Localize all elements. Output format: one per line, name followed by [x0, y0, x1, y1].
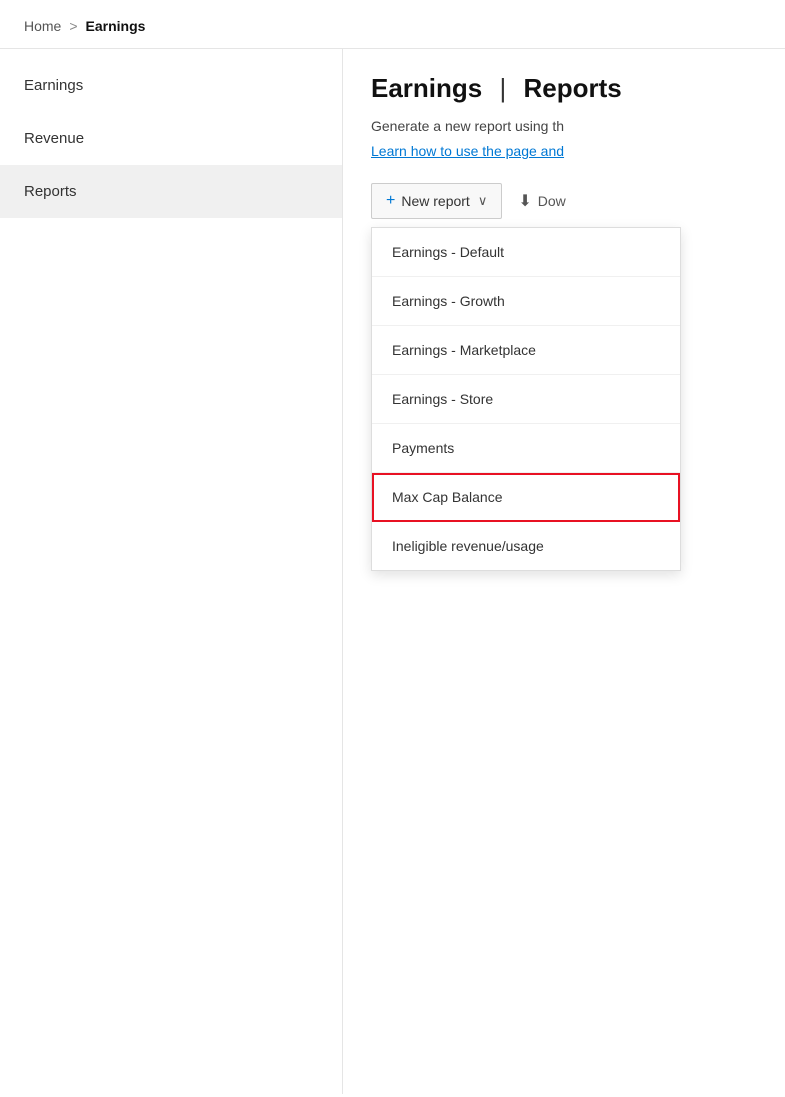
- sidebar: Earnings Revenue Reports: [0, 49, 343, 1094]
- dropdown-item-earnings-store[interactable]: Earnings - Store: [372, 375, 680, 424]
- dropdown-item-max-cap-balance[interactable]: Max Cap Balance: [372, 473, 680, 522]
- breadcrumb-separator: >: [69, 18, 77, 34]
- main-layout: Earnings Revenue Reports Earnings | Repo…: [0, 49, 785, 1094]
- main-content: Earnings | Reports Generate a new report…: [343, 49, 785, 1094]
- download-icon: ⬇: [518, 191, 531, 211]
- page-description: Generate a new report using th: [371, 116, 757, 137]
- page-title-part1: Earnings: [371, 73, 482, 103]
- sidebar-item-revenue[interactable]: Revenue: [0, 112, 342, 165]
- breadcrumb-current: Earnings: [86, 18, 146, 34]
- breadcrumb: Home > Earnings: [0, 0, 785, 49]
- chevron-down-icon: ∨: [478, 193, 488, 209]
- dropdown-item-ineligible-revenue[interactable]: Ineligible revenue/usage: [372, 522, 680, 570]
- download-button[interactable]: ⬇ Dow: [518, 191, 565, 211]
- learn-more-link[interactable]: Learn how to use the page and: [371, 143, 564, 159]
- page-title-part2: Reports: [523, 73, 621, 103]
- download-label: Dow: [538, 193, 566, 209]
- sidebar-item-earnings[interactable]: Earnings: [0, 59, 342, 112]
- dropdown-item-earnings-growth[interactable]: Earnings - Growth: [372, 277, 680, 326]
- dropdown-menu: Earnings - Default Earnings - Growth Ear…: [371, 227, 681, 571]
- toolbar: + New report ∨ ⬇ Dow: [371, 183, 757, 219]
- breadcrumb-home[interactable]: Home: [24, 18, 61, 34]
- dropdown-item-earnings-marketplace[interactable]: Earnings - Marketplace: [372, 326, 680, 375]
- new-report-label: New report: [401, 193, 469, 209]
- page-title: Earnings | Reports: [371, 73, 757, 104]
- dropdown-item-payments[interactable]: Payments: [372, 424, 680, 473]
- new-report-button[interactable]: + New report ∨: [371, 183, 502, 219]
- sidebar-item-reports[interactable]: Reports: [0, 165, 342, 218]
- page-title-separator: |: [499, 73, 506, 103]
- plus-icon: +: [386, 192, 395, 210]
- dropdown-item-earnings-default[interactable]: Earnings - Default: [372, 228, 680, 277]
